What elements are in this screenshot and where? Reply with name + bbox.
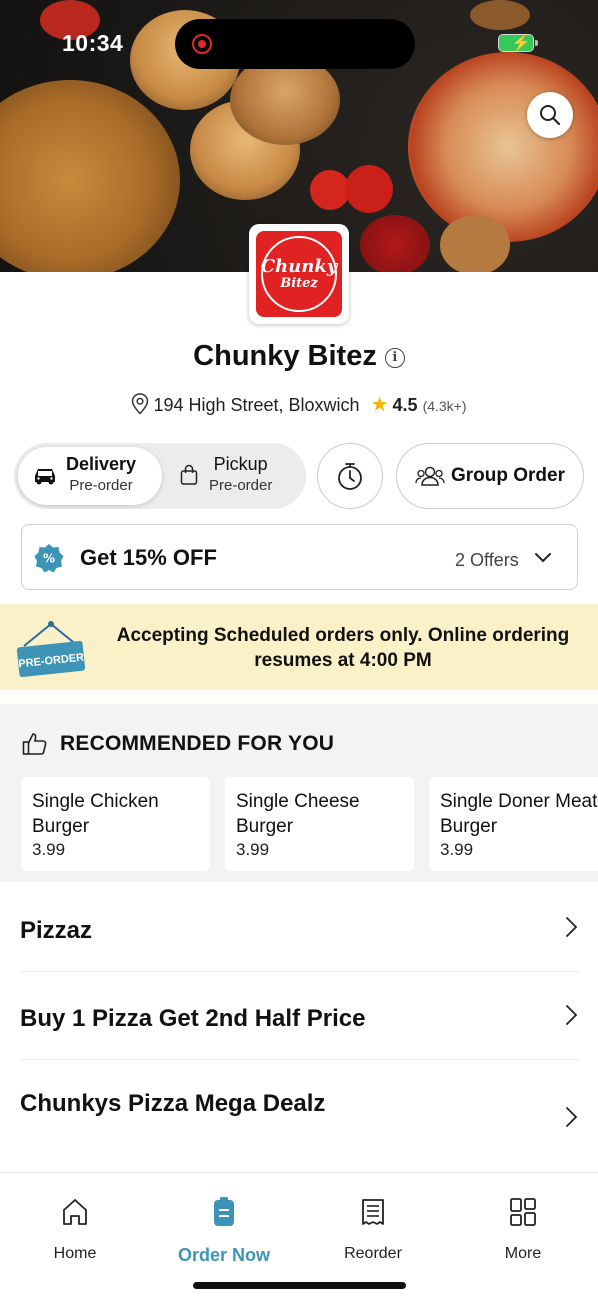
car-icon xyxy=(35,469,55,485)
chevron-right-icon xyxy=(566,1107,578,1127)
recommended-item-name: Single Chicken Burger xyxy=(32,791,159,837)
recommended-item-name: Single Doner Meat Burger xyxy=(440,791,598,837)
category-label: Buy 1 Pizza Get 2nd Half Price xyxy=(20,1005,366,1032)
recommended-item-price: 3.99 xyxy=(440,840,474,859)
order-icon xyxy=(214,1197,234,1226)
dynamic-island xyxy=(175,19,415,69)
home-icon xyxy=(63,1199,87,1225)
nav-label-more: More xyxy=(504,1245,542,1262)
home-indicator[interactable] xyxy=(193,1282,406,1289)
grid-icon xyxy=(510,1198,536,1226)
nav-label-home: Home xyxy=(53,1245,97,1262)
recommended-item-card[interactable]: Single Cheese Burger 3.99 xyxy=(225,777,414,871)
group-users-icon xyxy=(415,466,445,486)
address-text: 194 High Street, Bloxwich xyxy=(153,395,360,415)
recommended-item-price: 3.99 xyxy=(236,840,270,859)
rating-count: (4.3k+) xyxy=(422,398,467,414)
offers-dropdown[interactable]: % Get 15% OFF 2 Offers xyxy=(21,524,578,590)
chevron-right-icon xyxy=(566,1005,578,1025)
nav-item-home[interactable]: Home xyxy=(15,1195,135,1263)
search-icon xyxy=(540,105,561,126)
discount-badge-icon: % xyxy=(34,544,64,573)
recommended-heading: RECOMMENDED FOR YOU xyxy=(22,732,334,756)
nav-item-reorder[interactable]: Reorder xyxy=(313,1195,433,1263)
info-icon[interactable]: i xyxy=(384,348,405,368)
chevron-down-icon xyxy=(535,553,551,563)
chevron-right-icon xyxy=(566,917,578,937)
restaurant-logo: Chunky Bitez xyxy=(249,224,349,324)
stopwatch-icon xyxy=(338,463,362,490)
banner-message: Accepting Scheduled orders only. Online … xyxy=(116,625,570,671)
category-row[interactable]: Buy 1 Pizza Get 2nd Half Price xyxy=(20,972,580,1060)
pickup-label: Pickup xyxy=(213,454,268,474)
nav-label-order-now: Order Now xyxy=(177,1245,270,1265)
offer-count: 2 Offers xyxy=(455,550,519,570)
category-row[interactable]: Chunkys Pizza Mega Dealz xyxy=(20,1060,580,1148)
logo-text-line2: Bitez xyxy=(280,276,318,291)
group-order-button[interactable]: Group Order xyxy=(396,443,584,509)
restaurant-title: Chunky Bitez i xyxy=(0,340,598,373)
delivery-label: Delivery xyxy=(66,454,137,474)
svg-text:%: % xyxy=(43,552,55,566)
recommended-item-card[interactable]: Single Doner Meat Burger 3.99 xyxy=(429,777,598,871)
recording-indicator-icon xyxy=(192,34,212,54)
scheduled-orders-banner: PRE-ORDER Accepting Scheduled orders onl… xyxy=(0,604,598,690)
recommended-heading-text: RECOMMENDED FOR YOU xyxy=(60,732,335,755)
address-row: 194 High Street, Bloxwich ★ 4.5 (4.3k+) xyxy=(0,392,598,417)
schedule-time-button[interactable] xyxy=(317,443,383,509)
restaurant-name: Chunky Bitez xyxy=(193,340,377,372)
nav-label-reorder: Reorder xyxy=(344,1245,402,1262)
recommended-item-card[interactable]: Single Chicken Burger 3.99 xyxy=(21,777,210,871)
star-icon: ★ xyxy=(370,394,389,416)
receipt-icon xyxy=(362,1199,384,1225)
order-mode-toggle: Delivery Pre-order Pickup Pre-order xyxy=(14,443,306,509)
category-label: Chunkys Pizza Mega Dealz xyxy=(20,1090,326,1117)
group-order-label: Group Order xyxy=(450,465,565,486)
recommended-item-name: Single Cheese Burger xyxy=(236,791,360,837)
battery-icon: ⚡ xyxy=(498,34,538,52)
recommended-section: RECOMMENDED FOR YOU Single Chicken Burge… xyxy=(0,704,598,882)
nav-item-more[interactable]: More xyxy=(463,1195,583,1263)
location-pin-icon xyxy=(132,393,149,415)
search-button[interactable] xyxy=(527,92,573,138)
category-row[interactable]: Pizzaz xyxy=(20,884,580,972)
pickup-sub-label: Pre-order xyxy=(209,477,273,494)
category-label: Pizzaz xyxy=(20,917,93,944)
status-bar-time: 10:34 xyxy=(62,30,124,56)
pre-order-sign-icon: PRE-ORDER xyxy=(16,621,86,678)
delivery-sub-label: Pre-order xyxy=(69,477,133,494)
offer-title: Get 15% OFF xyxy=(80,545,217,570)
pickup-option[interactable]: Pickup Pre-order xyxy=(179,453,299,497)
shopping-bag-icon xyxy=(180,464,198,485)
logo-text-line1: Chunky xyxy=(260,256,338,277)
nav-item-order-now[interactable]: Order Now xyxy=(164,1195,284,1266)
bottom-navigation: Home Order Now Reorder More xyxy=(0,1172,598,1300)
delivery-option[interactable]: Delivery Pre-order xyxy=(32,453,162,497)
recommended-item-price: 3.99 xyxy=(32,840,66,859)
thumbs-up-icon xyxy=(22,733,47,755)
rating-value: 4.5 xyxy=(392,395,418,415)
